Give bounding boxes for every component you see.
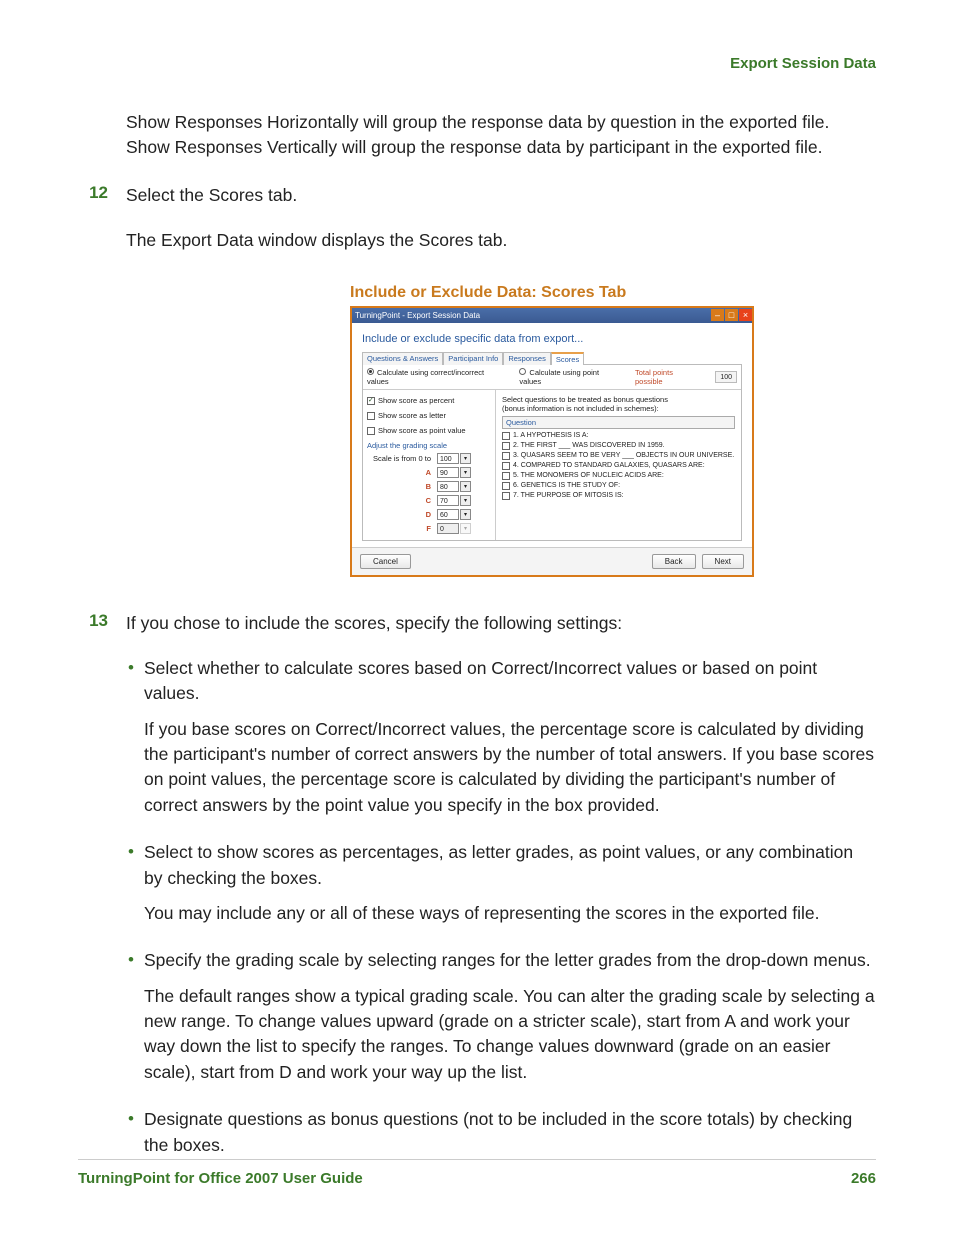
chevron-down-icon: ▾ <box>460 523 471 534</box>
bullet-icon: • <box>126 1107 144 1158</box>
bonus-checkbox[interactable] <box>502 442 510 450</box>
bullet-3-lead: Specify the grading scale by selecting r… <box>144 948 876 973</box>
bonus-hint-2: (bonus information is not included in sc… <box>502 404 735 413</box>
label-show-letter: Show score as letter <box>378 411 446 420</box>
grade-c-input[interactable]: 70 <box>437 495 459 506</box>
checkbox-show-pointval[interactable] <box>367 427 375 435</box>
bullet-icon: • <box>126 948 144 973</box>
dialog-titlebar: TurningPoint - Export Session Data – □ × <box>352 308 752 323</box>
footer-title: TurningPoint for Office 2007 User Guide <box>78 1170 363 1187</box>
radio-correct-incorrect[interactable]: Calculate using correct/incorrect values <box>367 368 505 386</box>
grade-d-input[interactable]: 60 <box>437 509 459 520</box>
radio-correct-label: Calculate using correct/incorrect values <box>367 368 484 386</box>
bullet-1-sub: If you base scores on Correct/Incorrect … <box>144 717 876 819</box>
bullet-icon: • <box>126 656 144 707</box>
radio-point-values[interactable]: Calculate using point values <box>519 368 621 386</box>
grade-b-label: B <box>367 482 437 491</box>
dialog-heading: Include or exclude specific data from ex… <box>362 333 742 345</box>
bullet-4-lead: Designate questions as bonus questions (… <box>144 1107 876 1158</box>
back-button[interactable]: Back <box>652 554 696 569</box>
dialog-tabs: Questions & Answers Participant Info Res… <box>362 351 742 364</box>
chevron-down-icon[interactable]: ▾ <box>460 481 471 492</box>
bonus-checkbox[interactable] <box>502 472 510 480</box>
step-13-text: If you chose to include the scores, spec… <box>126 611 876 636</box>
grade-c-label: C <box>367 496 437 505</box>
total-points-input[interactable]: 100 <box>715 371 737 383</box>
bullet-2-lead: Select to show scores as percentages, as… <box>144 840 876 891</box>
question-text: 5. THE MONOMERS OF NUCLEIC ACIDS ARE: <box>513 472 664 479</box>
step-13-number: 13 <box>78 611 126 636</box>
grade-f-input: 0 <box>437 523 459 534</box>
radio-points-label: Calculate using point values <box>519 368 599 386</box>
bonus-hint-1: Select questions to be treated as bonus … <box>502 395 735 404</box>
checkbox-show-letter[interactable] <box>367 412 375 420</box>
bonus-checkbox[interactable] <box>502 452 510 460</box>
bullet-1-lead: Select whether to calculate scores based… <box>144 656 876 707</box>
grade-a-input[interactable]: 90 <box>437 467 459 478</box>
question-text: 2. THE FIRST ___ WAS DISCOVERED IN 1959. <box>513 442 665 449</box>
bullet-icon: • <box>126 840 144 891</box>
label-show-percent: Show score as percent <box>378 396 454 405</box>
chevron-down-icon[interactable]: ▾ <box>460 453 471 464</box>
close-icon[interactable]: × <box>739 309 752 321</box>
question-text: 7. THE PURPOSE OF MITOSIS IS: <box>513 492 624 499</box>
figure-caption: Include or Exclude Data: Scores Tab <box>350 284 876 302</box>
bullet-list: •Select whether to calculate scores base… <box>126 656 876 1158</box>
cancel-button[interactable]: Cancel <box>360 554 411 569</box>
next-button[interactable]: Next <box>702 554 744 569</box>
export-dialog-screenshot: TurningPoint - Export Session Data – □ ×… <box>350 306 754 577</box>
step-12-text: Select the Scores tab. <box>126 183 876 208</box>
step-12-followup: The Export Data window displays the Scor… <box>126 228 876 253</box>
bullet-2-sub: You may include any or all of these ways… <box>144 901 876 926</box>
step-12-number: 12 <box>78 183 126 208</box>
question-text: 4. COMPARED TO STANDARD GALAXIES, QUASAR… <box>513 462 705 469</box>
maximize-icon[interactable]: □ <box>725 309 738 321</box>
bonus-checkbox[interactable] <box>502 432 510 440</box>
question-text: 3. QUASARS SEEM TO BE VERY ___ OBJECTS I… <box>513 452 734 459</box>
scale-top-input[interactable]: 100 <box>437 453 459 464</box>
page-section-header: Export Session Data <box>78 55 876 72</box>
footer-page-number: 266 <box>851 1170 876 1187</box>
question-text: 6. GENETICS IS THE STUDY OF: <box>513 482 620 489</box>
bonus-checkbox[interactable] <box>502 462 510 470</box>
page-footer: TurningPoint for Office 2007 User Guide … <box>78 1159 876 1187</box>
grade-d-label: D <box>367 510 437 519</box>
label-show-pointval: Show score as point value <box>378 426 466 435</box>
grade-b-input[interactable]: 80 <box>437 481 459 492</box>
tab-questions-answers[interactable]: Questions & Answers <box>362 352 443 365</box>
scale-intro-label: Scale is from 0 to <box>367 454 437 463</box>
bullet-3-sub: The default ranges show a typical gradin… <box>144 984 876 1086</box>
grade-a-label: A <box>367 468 437 477</box>
question-text: 1. A HYPOTHESIS IS A: <box>513 432 588 439</box>
adjust-grading-link: Adjust the grading scale <box>367 441 489 450</box>
tab-scores[interactable]: Scores <box>551 352 584 365</box>
bonus-checkbox[interactable] <box>502 492 510 500</box>
chevron-down-icon[interactable]: ▾ <box>460 509 471 520</box>
dialog-title-text: TurningPoint - Export Session Data <box>355 311 480 320</box>
intro-paragraph: Show Responses Horizontally will group t… <box>126 110 876 161</box>
tab-participant-info[interactable]: Participant Info <box>443 352 503 365</box>
checkbox-show-percent[interactable] <box>367 397 375 405</box>
chevron-down-icon[interactable]: ▾ <box>460 467 471 478</box>
minimize-icon[interactable]: – <box>711 309 724 321</box>
question-list-header: Question <box>502 416 735 429</box>
total-points-label: Total points possible <box>635 368 701 386</box>
bonus-checkbox[interactable] <box>502 482 510 490</box>
chevron-down-icon[interactable]: ▾ <box>460 495 471 506</box>
grade-f-label: F <box>367 524 437 533</box>
tab-responses[interactable]: Responses <box>503 352 551 365</box>
